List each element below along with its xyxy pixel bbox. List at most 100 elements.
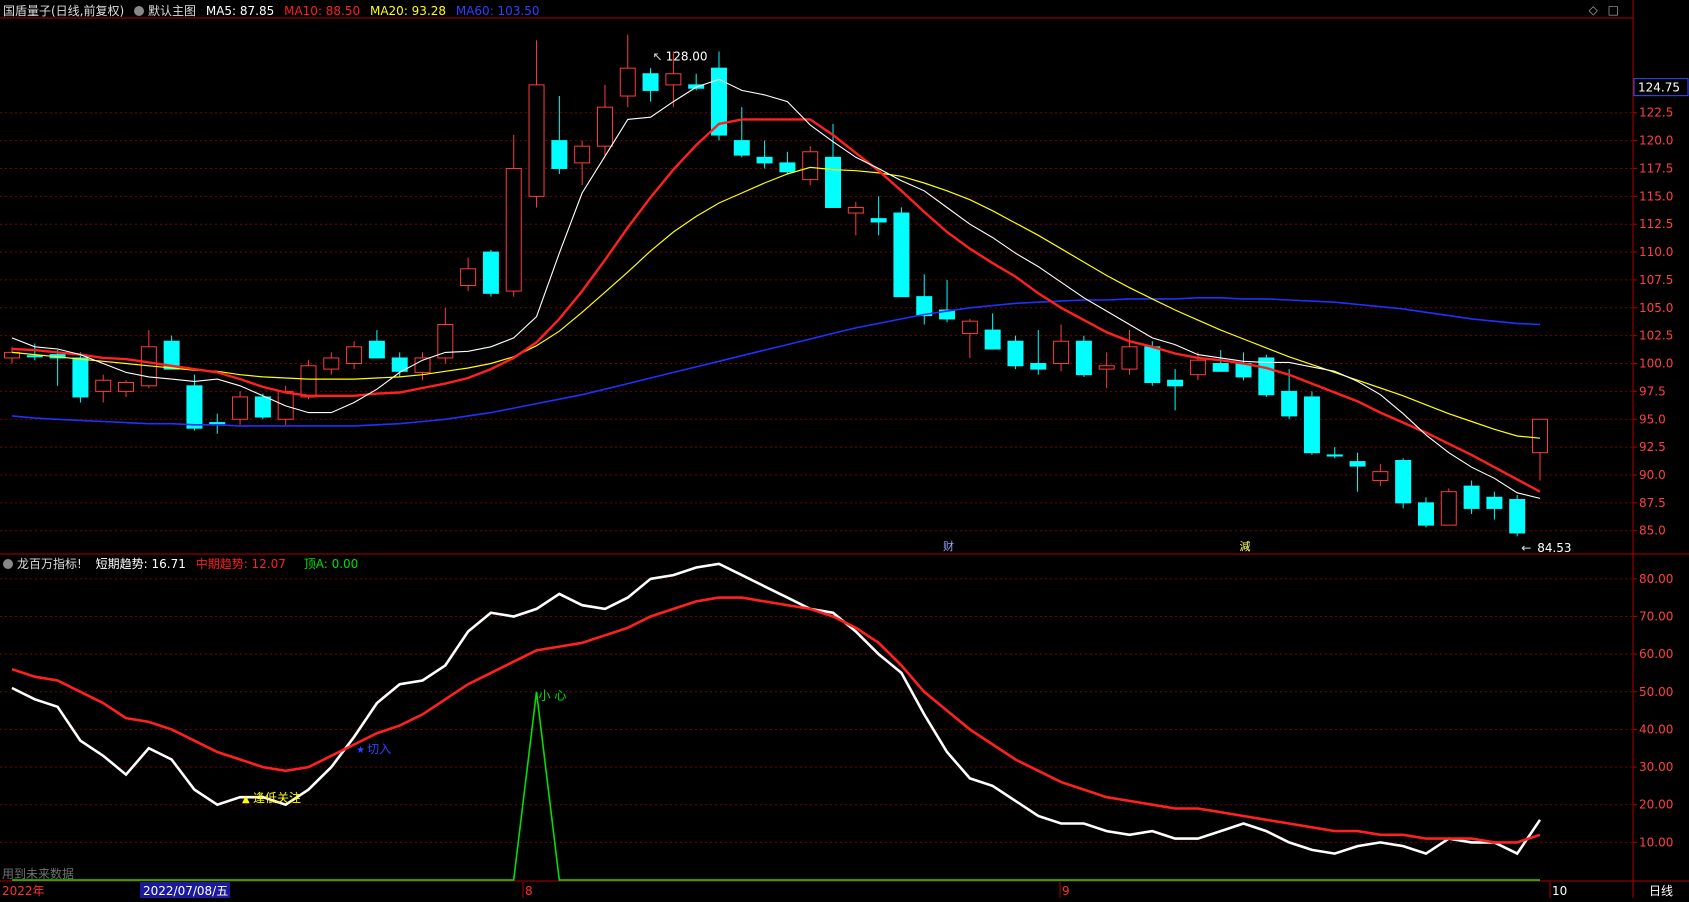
candle[interactable] — [1007, 340, 1024, 367]
candle[interactable] — [1326, 454, 1343, 457]
candle[interactable] — [1417, 502, 1434, 526]
status-text: 用到未来数据 — [2, 866, 74, 881]
y-tick-label: 60.00 — [1639, 647, 1673, 661]
high-arrow: ↖ — [653, 49, 663, 63]
y-tick-label: 70.00 — [1639, 609, 1673, 623]
candle[interactable] — [1303, 396, 1320, 454]
candle[interactable] — [300, 365, 317, 398]
candle[interactable] — [961, 320, 978, 334]
period-label: 日线 — [1649, 884, 1673, 898]
candle[interactable] — [1486, 496, 1503, 509]
candle[interactable] — [551, 140, 568, 169]
low-arrow: ← — [1521, 541, 1531, 555]
top-a-value: 顶A: 0.00 — [303, 557, 359, 571]
candle[interactable] — [847, 206, 864, 214]
candle[interactable] — [1053, 340, 1070, 365]
candle[interactable] — [825, 156, 842, 208]
y-tick-label: 102.5 — [1639, 329, 1673, 343]
chevron-down-icon[interactable] — [134, 6, 145, 16]
y-tick-label: 50.00 — [1639, 685, 1673, 699]
candle[interactable] — [186, 385, 203, 429]
event-marker-reduce: 減 — [1240, 539, 1251, 553]
candle[interactable] — [368, 340, 385, 359]
candle[interactable] — [802, 151, 819, 181]
candle[interactable] — [323, 357, 340, 370]
stock-name[interactable]: 国盾量子(日线,前复权) — [3, 4, 124, 18]
short-trend-value: 短期趋势: 16.71 — [95, 557, 186, 571]
candle[interactable] — [460, 268, 477, 286]
chart-canvas: 85.0 87.5 90.0 92.5 95.0 97.5 100.0 102.5 105.0 1… — [0, 0, 1689, 898]
window-icon[interactable]: □ — [1608, 3, 1619, 17]
candle[interactable] — [733, 140, 750, 156]
candle[interactable] — [1349, 461, 1366, 467]
candle[interactable] — [1532, 418, 1548, 454]
ma5-value: MA5: 87.85 — [205, 4, 275, 18]
candle[interactable] — [505, 167, 522, 292]
cursor-date-label: 2022/07/08/五 — [143, 884, 228, 898]
candle[interactable] — [1463, 485, 1480, 509]
candle[interactable] — [1189, 359, 1206, 376]
chevron-down-icon[interactable] — [3, 559, 13, 569]
diamond-icon[interactable]: ◇ — [1589, 3, 1598, 17]
candle[interactable] — [984, 329, 1001, 350]
candle[interactable] — [596, 106, 613, 147]
candle[interactable] — [642, 73, 659, 91]
candle[interactable] — [1440, 491, 1457, 526]
candle[interactable] — [1258, 357, 1275, 396]
candle[interactable] — [118, 381, 135, 392]
top-a-line — [12, 691, 1540, 881]
candle[interactable] — [26, 355, 43, 358]
y-tick-label: 90.0 — [1639, 468, 1666, 482]
candle[interactable] — [1281, 390, 1298, 417]
candle[interactable] — [1144, 346, 1161, 383]
indicator-header: 龙百万指标! 短期趋势: 16.71 中期趋势: 12.07 顶A: 0.00 — [3, 555, 364, 572]
candle[interactable] — [254, 396, 271, 418]
buy-marker: ★ — [356, 745, 365, 756]
candle[interactable] — [916, 296, 933, 317]
y-tick-label: 107.5 — [1639, 273, 1673, 287]
candle[interactable] — [1121, 346, 1138, 370]
candle[interactable] — [72, 357, 89, 398]
candle[interactable] — [619, 67, 636, 97]
event-marker-finance: 财 — [943, 539, 954, 553]
y-tick-label: 115.0 — [1639, 189, 1673, 203]
candle[interactable] — [528, 84, 545, 197]
candle[interactable] — [1030, 363, 1047, 370]
main-header: 国盾量子(日线,前复权) 默认主图 MA5: 87.85 MA10: 88.50… — [3, 2, 546, 19]
x-tick-label: 10 — [1552, 884, 1567, 898]
current-price-label: 124.75 — [1638, 81, 1680, 95]
y-tick-label: 40.00 — [1639, 722, 1673, 736]
candle[interactable] — [779, 162, 796, 173]
candle[interactable] — [346, 346, 363, 365]
candle[interactable] — [756, 156, 773, 164]
candle[interactable] — [482, 251, 499, 294]
candle[interactable] — [95, 379, 112, 392]
candle[interactable] — [1509, 499, 1526, 534]
y-tick-label: 30.00 — [1639, 760, 1673, 774]
y-tick-label: 85.0 — [1639, 524, 1666, 538]
candle[interactable] — [665, 73, 682, 86]
ma60-value: MA60: 103.50 — [455, 4, 540, 18]
candle[interactable] — [1075, 340, 1092, 376]
ma10-value: MA10: 88.50 — [284, 4, 361, 18]
candle[interactable] — [209, 422, 226, 425]
candle[interactable] — [1098, 365, 1115, 370]
candle[interactable] — [232, 396, 249, 420]
stock-chart[interactable]: 85.0 87.5 90.0 92.5 95.0 97.5 100.0 102.5 105.0 1… — [0, 0, 1689, 898]
candle[interactable] — [1167, 379, 1184, 387]
y-tick-label: 80.00 — [1639, 572, 1673, 586]
x-tick-label: 9 — [1062, 884, 1070, 898]
short-trend-line — [11, 562, 1542, 856]
candle[interactable] — [1212, 363, 1229, 372]
candle[interactable] — [574, 145, 591, 164]
buy-label: 切入 — [367, 742, 391, 756]
ma20-value: MA20: 93.28 — [369, 4, 447, 18]
candle[interactable] — [870, 218, 887, 223]
main-chart-label[interactable]: 默认主图 — [134, 4, 196, 18]
y-tick-label: 122.5 — [1639, 106, 1673, 120]
y-tick-label: 95.0 — [1639, 412, 1666, 426]
candle[interactable] — [1372, 471, 1389, 482]
candle[interactable] — [1395, 459, 1412, 504]
indicator-title[interactable]: 龙百万指标! — [3, 557, 82, 571]
candle[interactable] — [893, 212, 910, 298]
